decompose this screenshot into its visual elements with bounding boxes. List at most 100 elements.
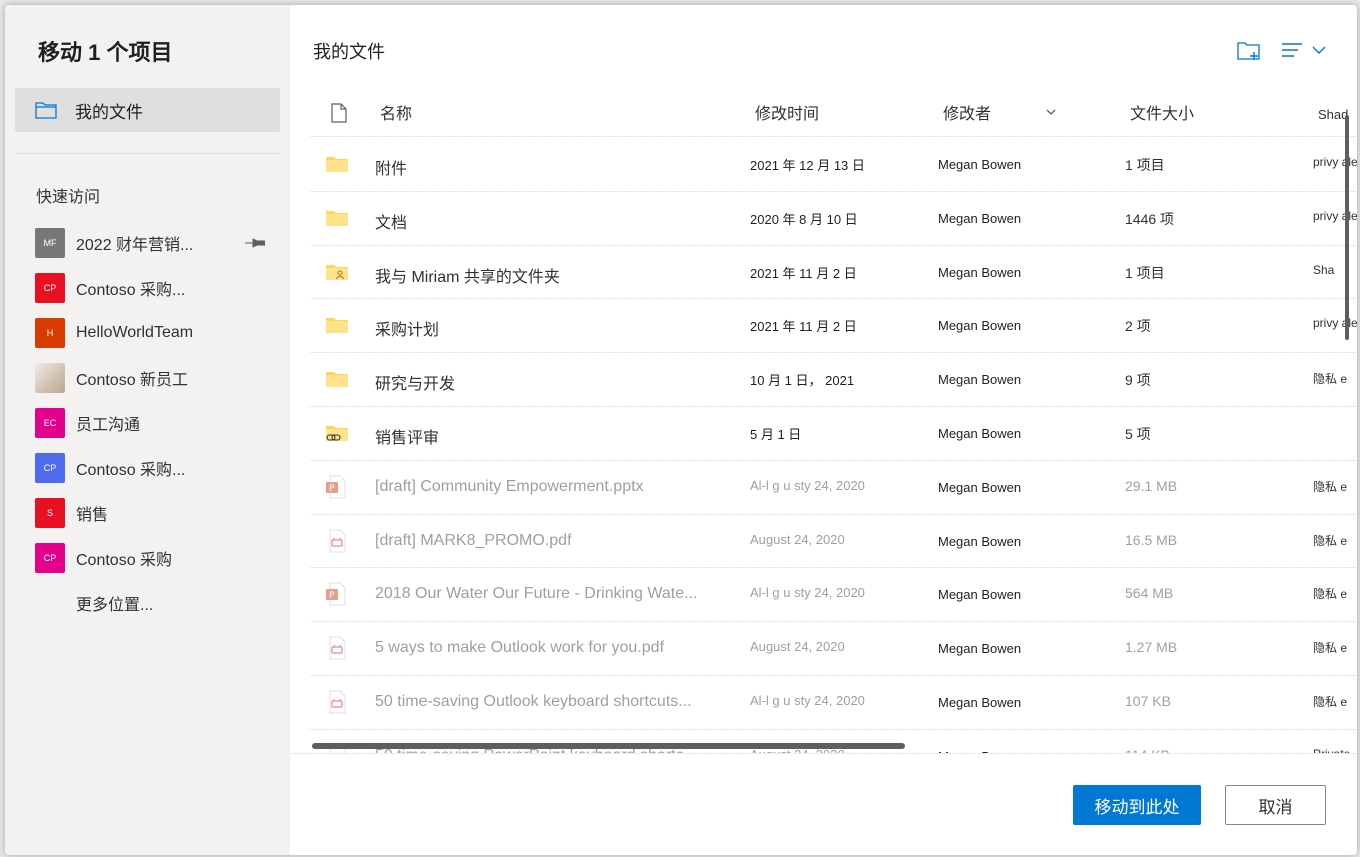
pptx-icon: P xyxy=(325,475,349,499)
chevron-down-icon xyxy=(1312,46,1326,54)
quick-access-item[interactable]: H HelloWorldTeam xyxy=(35,310,285,355)
shared-folder-icon xyxy=(325,260,349,284)
folder-outline-icon xyxy=(35,102,57,119)
folder-row[interactable]: 文档 2020 年 8 月 10 日 Megan Bowen 1446 项 privy … xyxy=(310,192,1357,246)
modified-by: Megan Bowen xyxy=(938,479,1022,495)
file-size: 1446 项 xyxy=(1125,210,1175,227)
file-name: 文档 xyxy=(375,214,408,232)
list-view-icon xyxy=(1282,43,1302,57)
site-badge: MF xyxy=(35,227,65,258)
folder-row[interactable]: 采购计划 2021 年 11 月 2 日 Megan Bowen 2 项 privy a… xyxy=(310,299,1357,354)
quick-access-item[interactable]: S 销售 xyxy=(35,490,285,535)
link-folder-icon xyxy=(325,421,349,445)
horizontal-scrollbar[interactable] xyxy=(312,743,905,749)
cancel-button[interactable]: 取消 xyxy=(1225,785,1326,825)
sharing-status: 隐私 e xyxy=(1313,479,1348,494)
sidebar-item-my-files[interactable]: 我的文件 xyxy=(15,88,280,132)
modified-by: Megan Bowen xyxy=(938,587,1022,603)
modified-by: Megan Bowen xyxy=(938,318,1022,334)
file-type-header-icon[interactable] xyxy=(331,103,347,123)
modified-date: Al-l g u sty 24, 2020 xyxy=(750,585,865,601)
quick-access-label: 员工沟通 xyxy=(76,416,141,434)
modified-by: Megan Bowen xyxy=(938,372,1022,388)
quick-access-item[interactable]: MF 2022 财年营销... xyxy=(35,220,285,265)
sharing-status: 隐私 e xyxy=(1313,533,1348,548)
modified-date: 2021 年 11 月 2 日 xyxy=(750,319,857,335)
view-options-button[interactable] xyxy=(1282,39,1334,61)
divider xyxy=(290,753,1357,754)
file-size: 29.1 MB xyxy=(1125,477,1178,494)
sharing-status: privy ale xyxy=(1313,208,1357,223)
column-header-modified-by[interactable]: 修改者 xyxy=(943,100,991,124)
quick-access-heading: 快速访问 xyxy=(36,189,101,206)
file-row: 50 time-saving Outlook keyboard shortcut… xyxy=(310,676,1357,730)
site-badge: CP xyxy=(35,272,65,303)
modified-date: Al-l g u sty 24, 2020 xyxy=(750,692,865,708)
column-header-size[interactable]: 文件大小 xyxy=(1130,100,1194,124)
file-name: 采购计划 xyxy=(375,322,440,340)
file-size: 5 项 xyxy=(1125,425,1151,442)
modified-by: Megan Bowen xyxy=(938,641,1022,657)
file-name: 5 ways to make Outlook work for you.pdf xyxy=(375,639,665,657)
modified-by: Megan Bowen xyxy=(938,694,1022,710)
folder-row[interactable]: 研究与开发 10 月 1 日， 2021 Megan Bowen 9 项 隐私 e xyxy=(310,353,1357,407)
site-badge: CP xyxy=(35,452,65,483)
table-header: 名称 修改时间 修改者 文件大小 Shad xyxy=(310,85,1357,137)
quick-access-label: Contoso 采购... xyxy=(76,281,186,299)
sharing-status: Sha xyxy=(1313,262,1335,277)
quick-access-item[interactable]: CP Contoso 采购 xyxy=(35,535,285,580)
quick-access-item[interactable]: Contoso 新员工 xyxy=(35,355,285,400)
file-size: 1 项目 xyxy=(1125,264,1165,281)
new-folder-icon[interactable] xyxy=(1237,40,1261,62)
sharing-status: 隐私 e xyxy=(1313,641,1348,656)
quick-access-list: MF 2022 财年营销... CP Contoso 采购... H HelloWorld… xyxy=(35,220,285,625)
quick-access-item[interactable]: CP Contoso 采购... xyxy=(35,265,285,310)
divider xyxy=(15,153,280,154)
folder-icon xyxy=(325,367,349,391)
modified-date: Al-l g u sty 24, 2020 xyxy=(750,477,865,493)
file-browser: 我的文件 名称 修改时间 修改者 文件大小 Shad 附件 2021 年 12 … xyxy=(290,5,1357,855)
file-row: P 2018 Our Water Our Future - Drinking Wa… xyxy=(310,568,1357,623)
sharing-status: 隐私 e xyxy=(1313,694,1348,709)
pin-icon[interactable] xyxy=(245,236,265,250)
quick-access-label: HelloWorldTeam xyxy=(76,323,194,341)
file-row: 5 ways to make Outlook work for you.pdf A… xyxy=(310,622,1357,676)
move-here-button[interactable]: 移动到此处 xyxy=(1073,785,1201,825)
folder-row[interactable]: 销售评审 5 月 1 日 Megan Bowen 5 项 xyxy=(310,407,1357,461)
file-name: 研究与开发 xyxy=(375,376,456,394)
folder-icon xyxy=(325,152,349,176)
pdf-icon xyxy=(325,636,349,660)
chevron-down-icon[interactable] xyxy=(1046,109,1056,116)
modified-by: Megan Bowen xyxy=(938,210,1022,226)
quick-access-item[interactable]: EC 员工沟通 xyxy=(35,400,285,445)
quick-access-label: Contoso 新员工 xyxy=(76,371,189,389)
modified-date: 2021 年 12 月 13 日 xyxy=(750,158,865,173)
file-name: [draft] MARK8_PROMO.pdf xyxy=(375,531,572,549)
sidebar: 移动 1 个项目 我的文件 快速访问 MF 2022 财年营销... CP Conto… xyxy=(5,5,290,855)
quick-access-item[interactable]: CP Contoso 采购... xyxy=(35,445,285,490)
modified-date: 5 月 1 日 xyxy=(750,426,802,442)
folder-row[interactable]: 附件 2021 年 12 月 13 日 Megan Bowen 1 项目 privy a… xyxy=(310,138,1357,192)
more-locations-link[interactable]: 更多位置... xyxy=(35,580,285,625)
modified-date: August 24, 2020 xyxy=(750,531,845,547)
move-dialog: 移动 1 个项目 我的文件 快速访问 MF 2022 财年营销... CP Conto… xyxy=(5,5,1357,855)
modified-by: Megan Bowen xyxy=(938,264,1022,280)
vertical-scrollbar[interactable] xyxy=(1345,115,1349,340)
quick-access-label: Contoso 采购 xyxy=(76,551,173,569)
file-size: 9 项 xyxy=(1125,372,1151,389)
pptx-icon: P xyxy=(325,582,349,606)
sharing-status: 隐私 e xyxy=(1313,587,1348,602)
file-row: [draft] MARK8_PROMO.pdf August 24, 2020 Me… xyxy=(310,515,1357,569)
folder-row[interactable]: 我与 Miriam 共享的文件夹 2021 年 11 月 2 日 Megan Bow… xyxy=(310,246,1357,300)
modified-date: August 24, 2020 xyxy=(750,639,845,655)
site-image-icon xyxy=(35,362,65,393)
sharing-status: 隐私 e xyxy=(1313,372,1348,387)
more-locations-label: 更多位置... xyxy=(76,596,154,614)
column-header-sharing[interactable]: Shad xyxy=(1318,107,1348,122)
modified-by: Megan Bowen xyxy=(938,425,1022,441)
file-name: [draft] Community Empowerment.pptx xyxy=(375,477,644,495)
file-table: 名称 修改时间 修改者 文件大小 Shad 附件 2021 年 12 月 13 日… xyxy=(310,85,1357,753)
file-size: 16.5 MB xyxy=(1125,531,1178,548)
column-header-modified[interactable]: 修改时间 xyxy=(755,100,819,124)
column-header-name[interactable]: 名称 xyxy=(380,100,412,124)
